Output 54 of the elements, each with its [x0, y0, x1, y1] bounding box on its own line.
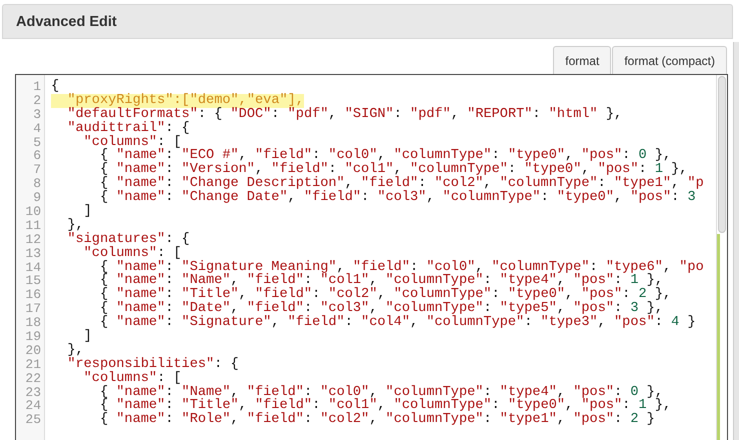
line-number: 20 [24, 344, 42, 358]
line-number: 3 [32, 108, 42, 122]
line-number: 18 [24, 316, 42, 330]
line-number: 16 [24, 288, 42, 302]
code-line: { "name": "Title", "field": "col2", "columnType": "type0", "pos": 2 }, [98, 288, 672, 302]
line-number: 14 [24, 260, 42, 274]
panel-title: Advanced Edit [2, 4, 733, 39]
line-number: 5 [32, 136, 42, 150]
code-line: { "name": "Title", "field": "col1", "columnType": "type0", "pos": 1 }, [98, 399, 672, 414]
code-line: { "name": "Version", "field": "col1", "columnType": "type0", "pos": 1 }, [98, 163, 688, 178]
code-line: }, [66, 344, 84, 358]
code-line: }, [66, 218, 84, 233]
code-line: "columns": [ [82, 136, 182, 150]
line-number: 10 [24, 205, 42, 219]
code-line: { "name": "Signature", "field": "col4", "columnType": "type3", "pos": 4 } [98, 316, 696, 330]
line-number: 4 [32, 122, 42, 136]
code-line: { "name": "Change Date", "field": "col3", "columnType": "type0", "pos": 3 [98, 191, 696, 206]
scrollbar-thumb[interactable] [718, 76, 726, 233]
line-number: 15 [24, 274, 42, 288]
code-line: "audittrail": { [66, 122, 190, 136]
code-line: { "name": "Name", "field": "col1", "columnType": "type4", "pos": 1 }, [98, 274, 663, 288]
code-line: "columns": [ [82, 246, 182, 261]
line-number: 8 [32, 177, 42, 192]
format-button[interactable]: format (compact) [612, 46, 727, 74]
code-line: { "name": "Role", "field": "col2", "columnType": "type1", "pos": 2 } [98, 413, 655, 428]
line-number: 1 [32, 80, 42, 94]
code-line: "columns": [ [82, 372, 182, 386]
line-number: 25 [24, 413, 42, 428]
code-line: "signatures": { [66, 232, 190, 247]
line-number: 24 [24, 399, 42, 414]
format-button[interactable]: format [553, 46, 612, 74]
code-line: "responsibilities": { [66, 358, 239, 372]
line-number: 19 [24, 330, 42, 344]
code-line: { "name": "ECO #", "field": "col0", "columnType": "type0", "pos": 0 }, [98, 149, 672, 164]
line-number: 13 [24, 246, 42, 261]
line-number: 6 [32, 149, 42, 164]
line-number: 17 [24, 302, 42, 316]
code-line: "defaultFormats": { "DOC": "pdf", "SIGN": "pdf", "REPORT": "html" }, [66, 108, 622, 122]
code-line: { [51, 80, 60, 94]
code-line: { "name": "Signature Meaning", "field": "col0", "columnType": "type6", "po [98, 260, 704, 274]
code-line: { "name": "Date", "field": "col3", "columnType": "type5", "pos": 3 }, [98, 302, 663, 316]
line-number: 23 [24, 386, 42, 400]
line-number: 12 [24, 232, 42, 247]
line-number: 9 [32, 191, 42, 206]
line-number: 21 [24, 358, 42, 372]
line-number: 11 [24, 218, 42, 233]
code-line: ] [82, 330, 92, 344]
code-line: { "name": "Change Description", "field": "col2", "columnType": "type1", "p [98, 177, 704, 192]
code-editor[interactable] [15, 74, 728, 440]
line-number: 7 [32, 163, 42, 178]
code-line: { "name": "Name", "field": "col0", "columnType": "type4", "pos": 0 }, [98, 386, 663, 400]
code-line: ] [82, 205, 92, 219]
line-number: 2 [32, 94, 42, 108]
line-number: 22 [24, 372, 42, 386]
